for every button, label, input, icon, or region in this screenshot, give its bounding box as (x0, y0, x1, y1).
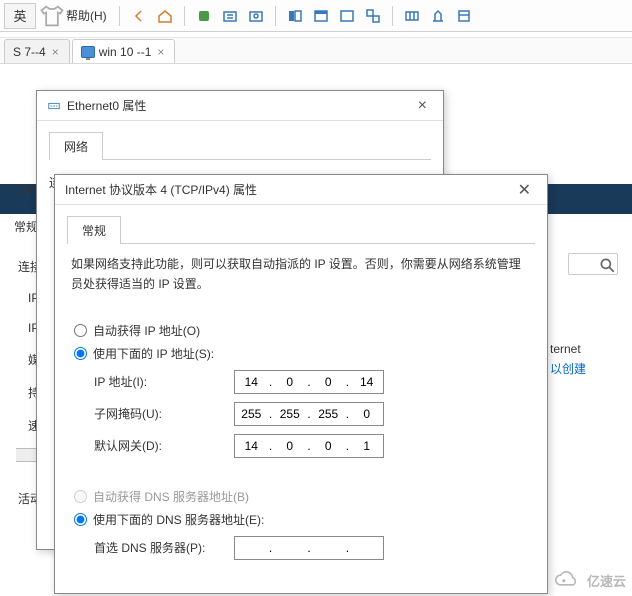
tab-network[interactable]: 网络 (49, 132, 103, 160)
monitor-icon (81, 46, 95, 58)
tool2-icon[interactable] (427, 5, 449, 27)
tab-general[interactable]: 常规 (67, 216, 121, 244)
suspend-icon[interactable] (219, 5, 241, 27)
ip-address-input[interactable]: . . . (234, 370, 384, 394)
gateway-input[interactable]: . . . (234, 434, 384, 458)
create-link[interactable]: 以创建 (550, 360, 610, 377)
unity-icon[interactable] (362, 5, 384, 27)
vm-tab-label: win 10 --1 (99, 45, 152, 59)
close-icon[interactable]: × (155, 45, 166, 59)
radio-auto-ip[interactable]: 自动获得 IP 地址(O) (74, 322, 528, 339)
tcpip-properties-dialog: Internet 协议版本 4 (TCP/IPv4) 属性 ✕ 常规 如果网络支… (54, 174, 548, 594)
nav-home-icon[interactable] (154, 5, 176, 27)
radio-auto-dns: 自动获得 DNS 服务器地址(B) (74, 488, 528, 505)
vm-tab-0[interactable]: S 7--4 × (4, 39, 70, 63)
description-text: 如果网络支持此功能，则可以获取自动指派的 IP 设置。否则，你需要从网络系统管理… (71, 254, 531, 295)
dns1-input[interactable]: . . . (234, 536, 384, 560)
power-icon[interactable] (193, 5, 215, 27)
close-button[interactable]: ✕ (512, 180, 537, 200)
dns1-label: 首选 DNS 服务器(P): (94, 539, 234, 556)
fullscreen-icon[interactable] (336, 5, 358, 27)
ip-address-label: IP 地址(I): (94, 373, 234, 390)
close-icon[interactable]: × (50, 45, 61, 59)
close-button[interactable]: × (412, 97, 433, 115)
subnet-mask-input[interactable]: . . . (234, 402, 384, 426)
radio-manual-ip[interactable]: 使用下面的 IP 地址(S): (74, 345, 528, 362)
nic-icon (47, 99, 61, 113)
right-fragments: ternet 以创建 (550, 166, 610, 377)
help-menu[interactable]: 帮助(H) (66, 7, 107, 24)
radio-manual-dns[interactable]: 使用下面的 DNS 服务器地址(E): (74, 511, 528, 528)
watermark: 亿速云 (551, 570, 626, 590)
cloud-icon (551, 570, 583, 590)
dialog-title: Ethernet0 属性 (67, 97, 146, 114)
gateway-label: 默认网关(D): (94, 437, 234, 454)
vm-tab-1[interactable]: win 10 --1 × (72, 39, 176, 63)
ethernet-label-fragment: Ethe (14, 182, 39, 196)
ime-badge[interactable]: 英 (4, 3, 36, 29)
dialog-titlebar: Ethernet0 属性 × (37, 91, 443, 121)
vm-tab-label: S 7--4 (13, 45, 46, 59)
fit-window-icon[interactable] (310, 5, 332, 27)
dialog-title: Internet 协议版本 4 (TCP/IPv4) 属性 (65, 181, 257, 198)
top-toolbar: 英 帮助(H) (0, 0, 632, 32)
subnet-mask-label: 子网掩码(U): (94, 405, 234, 422)
shirt-icon[interactable] (38, 3, 66, 29)
dialog-titlebar: Internet 协议版本 4 (TCP/IPv4) 属性 ✕ (55, 175, 547, 205)
nav-back-icon[interactable] (128, 5, 150, 27)
tool3-icon[interactable] (453, 5, 475, 27)
tool1-icon[interactable] (401, 5, 423, 27)
fit-guest-icon[interactable] (284, 5, 306, 27)
normal-label-fragment: 常规 (14, 218, 38, 235)
vm-tab-strip: S 7--4 × win 10 --1 × (0, 38, 632, 64)
snapshot-icon[interactable] (245, 5, 267, 27)
